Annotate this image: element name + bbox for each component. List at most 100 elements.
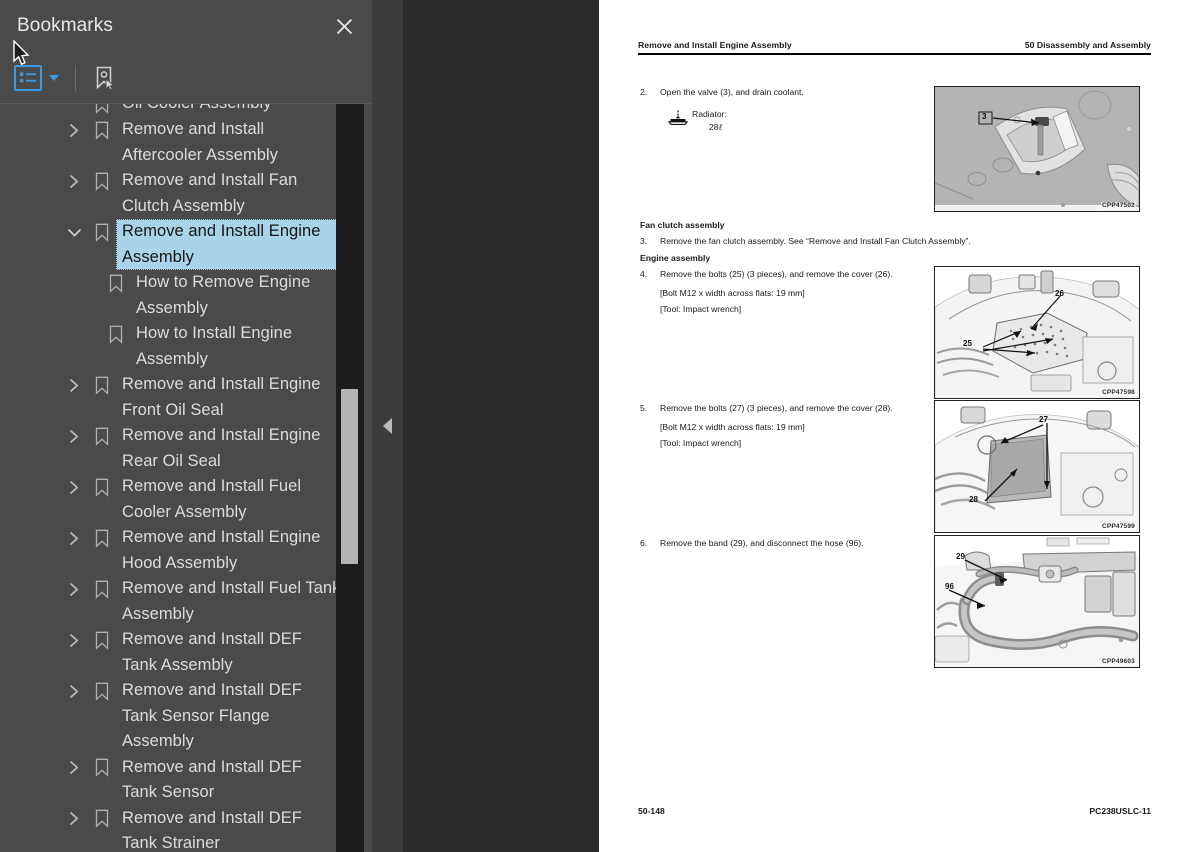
figure-1-callout-3: 3: [982, 112, 987, 121]
bookmark-icon: [88, 104, 116, 117]
chevron-right-icon[interactable]: [60, 576, 88, 602]
step-4: 4. Remove the bolts (25) (3 pieces), and…: [640, 268, 925, 318]
footer-model-number: PC238USLC-11: [1089, 806, 1151, 816]
bookmark-label: Remove and Install Aftercooler Assembly: [122, 120, 278, 164]
chevron-down-icon[interactable]: [60, 219, 88, 245]
new-bookmark-button[interactable]: [90, 63, 120, 93]
chevron-right-icon[interactable]: [60, 525, 88, 551]
bookmark-icon: [88, 372, 116, 398]
page-running-header: Remove and Install Engine Assembly 50 Di…: [638, 40, 1151, 50]
figure-3: 27 28 CPP47599: [934, 400, 1140, 533]
bookmark-item[interactable]: Remove and Install Fuel Cooler Assembly: [0, 474, 345, 525]
chevron-right-icon[interactable]: [60, 678, 88, 704]
bookmark-item[interactable]: Remove and Install Engine Hood Assembly: [0, 525, 345, 576]
chevron-right-icon[interactable]: [60, 372, 88, 398]
figure-2-callout-26: 26: [1055, 289, 1064, 298]
chevron-right-icon[interactable]: [60, 627, 88, 653]
document-viewer: Remove and Install Engine Assembly 50 Di…: [404, 0, 1200, 852]
toolbar-divider: [75, 64, 76, 91]
sidebar-scrollbar-track[interactable]: [336, 104, 364, 852]
bookmark-cursor-icon: [96, 66, 116, 91]
bookmark-icon: [88, 627, 116, 653]
bookmark-icon: [88, 117, 116, 143]
close-icon[interactable]: [330, 12, 358, 40]
bookmark-icon: [88, 755, 116, 781]
bookmark-item[interactable]: Remove and Install Engine Rear Oil Seal: [0, 423, 345, 474]
step-3-text: Remove the fan clutch assembly. See “Rem…: [660, 236, 971, 246]
step-5-spec-tool: [Tool: Impact wrench]: [660, 438, 742, 448]
figure-4-artwork: [935, 536, 1139, 667]
step-3: 3. Remove the fan clutch assembly. See “…: [640, 235, 1150, 250]
figure-1-code: CPP47502: [1100, 202, 1136, 209]
bookmark-outline-view-button[interactable]: [14, 64, 42, 91]
bookmark-icon: [88, 806, 116, 832]
figure-2-code: CPP47598: [1100, 389, 1136, 396]
bookmark-label: Oil Cooler Assembly: [116, 104, 276, 117]
step-4-text: Remove the bolts (25) (3 pieces), and re…: [660, 269, 893, 279]
figure-4-code: CPP49603: [1100, 658, 1136, 665]
bookmark-item[interactable]: Remove and Install Engine Front Oil Seal: [0, 372, 345, 423]
figure-3-artwork: [935, 401, 1139, 532]
chevron-right-icon[interactable]: [60, 755, 88, 781]
figure-4: 29 96 CPP49603: [934, 535, 1140, 668]
bookmark-icon: [88, 525, 116, 551]
bookmark-label: Remove and Install DEF Tank Strainer: [122, 808, 302, 852]
bookmark-icon: [88, 474, 116, 500]
footer-page-number: 50-148: [638, 806, 665, 816]
list-outline-icon: [14, 64, 42, 91]
bookmark-label: Remove and Install DEF Tank Sensor Flang…: [122, 681, 302, 750]
bookmark-label: Remove and Install DEF Tank Sensor: [122, 757, 302, 802]
bookmark-item[interactable]: Remove and Install Aftercooler Assembly: [0, 117, 345, 168]
figure-2: 26 25 CPP47598: [934, 266, 1140, 399]
bookmark-icon: [88, 219, 116, 245]
bookmark-item[interactable]: Oil Cooler Assembly: [0, 104, 345, 117]
bookmark-item[interactable]: Remove and Install DEF Tank Strainer: [0, 806, 345, 852]
fan-clutch-heading: Fan clutch assembly: [640, 220, 725, 230]
step-2: 2. Open the valve (3), and drain coolant…: [640, 86, 930, 133]
bookmark-item[interactable]: How to Install Engine Assembly: [0, 321, 345, 372]
bookmark-item[interactable]: How to Remove Engine Assembly: [0, 270, 345, 321]
chevron-right-icon[interactable]: [60, 168, 88, 194]
chevron-down-icon[interactable]: [49, 74, 59, 81]
bookmarks-titlebar: Bookmarks: [0, 0, 372, 52]
figure-2-artwork: [935, 267, 1139, 398]
bookmark-label: Remove and Install Fuel Tank Assembly: [122, 579, 341, 623]
figure-4-callout-29: 29: [956, 552, 965, 561]
chevron-right-icon[interactable]: [60, 474, 88, 500]
header-section-title: Remove and Install Engine Assembly: [638, 40, 792, 50]
header-chapter-title: 50 Disassembly and Assembly: [1024, 40, 1151, 50]
bookmark-item[interactable]: Remove and Install DEF Tank Sensor: [0, 755, 345, 806]
sidebar-collapse-handle[interactable]: [372, 0, 404, 852]
step-5: 5. Remove the bolts (27) (3 pieces), and…: [640, 402, 925, 452]
bookmark-item[interactable]: Remove and Install Fuel Tank Assembly: [0, 576, 345, 627]
chevron-right-icon[interactable]: [60, 423, 88, 449]
sidebar-scrollbar-thumb[interactable]: [341, 389, 358, 564]
bookmark-label: Remove and Install Fuel Cooler Assembly: [122, 477, 302, 521]
bookmark-icon: [102, 321, 130, 347]
bookmark-item[interactable]: Remove and Install DEF Tank Sensor Flang…: [0, 678, 345, 755]
liter-unit: ℓ: [718, 121, 723, 132]
bookmark-icon: [88, 576, 116, 602]
chevron-right-icon[interactable]: [60, 806, 88, 832]
bookmark-icon: [102, 270, 130, 296]
bookmark-label: Remove and Install Fan Clutch Assembly: [122, 171, 298, 215]
step-5-spec-bolt: [Bolt M12 x width across flats: 19 mm]: [660, 421, 805, 432]
step-5-text: Remove the bolts (27) (3 pieces), and re…: [660, 403, 893, 413]
bookmark-item[interactable]: Remove and Install Fan Clutch Assembly: [0, 168, 345, 219]
bookmark-item[interactable]: Remove and Install DEF Tank Assembly: [0, 627, 345, 678]
bookmark-label: How to Install Engine Assembly: [136, 324, 293, 368]
engine-assembly-heading: Engine assembly: [640, 253, 711, 263]
radiator-amount: 28: [709, 121, 719, 132]
figure-3-code: CPP47599: [1100, 523, 1136, 530]
radiator-value: 28ℓ: [692, 121, 727, 134]
chevron-right-icon[interactable]: [60, 117, 88, 143]
step-4-spec-bolt: [Bolt M12 x width across flats: 19 mm]: [660, 287, 805, 298]
fan-clutch-section: Fan clutch assembly: [640, 220, 1150, 230]
bookmark-label: Remove and Install Engine Assembly: [116, 219, 345, 270]
bookmarks-toolbar: [0, 52, 372, 104]
page-footer: 50-148 PC238USLC-11: [638, 806, 1151, 816]
bookmarks-tree-scroll-area[interactable]: Oil Cooler Assembly Remove and Install Af…: [0, 104, 372, 852]
bookmark-item[interactable]: Remove and Install Engine Assembly: [0, 219, 345, 270]
bookmark-label: How to Remove Engine Assembly: [136, 273, 311, 317]
bookmark-icon: [88, 168, 116, 194]
